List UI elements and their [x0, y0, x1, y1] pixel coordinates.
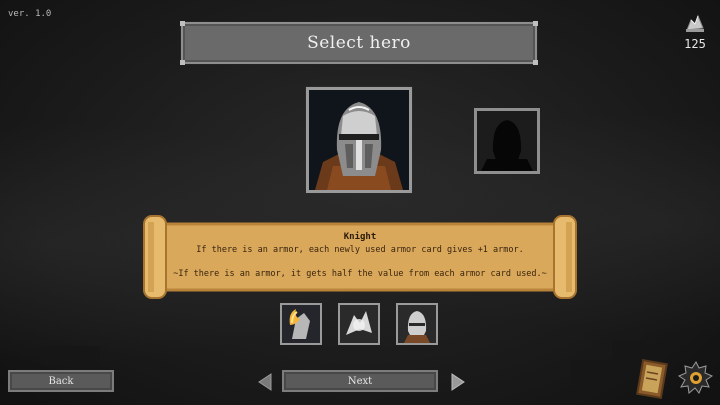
back-button[interactable]: Back	[8, 370, 114, 392]
page-title-text: Select hero	[307, 33, 411, 53]
starting-card-3[interactable]	[396, 303, 438, 345]
back-button-label: Back	[48, 375, 74, 387]
version-label: ver. 1.0	[8, 9, 52, 19]
page-title: Select hero	[180, 21, 538, 65]
starting-card-1[interactable]	[280, 303, 322, 345]
hero-passive: ~If there is an armor, it gets half the …	[173, 269, 547, 279]
book-icon[interactable]	[636, 358, 670, 400]
knight-helmet-card-icon	[398, 305, 436, 343]
hero-portrait-knight[interactable]	[306, 87, 412, 193]
hero-description-scroll: Knight If there is an armor, each newly …	[138, 212, 582, 302]
next-button[interactable]: Next	[282, 370, 438, 392]
locked-hero-silhouette	[477, 111, 537, 171]
title-corner-rivet	[533, 21, 538, 26]
hero-portrait-locked[interactable]	[474, 108, 540, 174]
starting-card-2[interactable]	[338, 303, 380, 345]
flaming-gauntlet-card-icon	[282, 305, 320, 343]
rubble-decoration	[40, 346, 100, 366]
currency-value: 125	[684, 37, 706, 51]
next-button-label: Next	[347, 375, 373, 387]
hero-description: If there is an armor, each newly used ar…	[196, 245, 524, 255]
hero-name: Knight	[343, 232, 377, 242]
knight-helmet-portrait	[309, 90, 409, 190]
arrow-left-icon[interactable]	[257, 372, 273, 392]
currency-display: 125	[678, 10, 712, 60]
title-corner-rivet	[533, 60, 538, 65]
silver-coins-icon	[686, 14, 704, 32]
gear-icon[interactable]	[676, 358, 716, 398]
arrow-right-icon[interactable]	[450, 372, 466, 392]
armor-burst-card-icon	[340, 305, 378, 343]
title-corner-rivet	[180, 60, 185, 65]
title-corner-rivet	[180, 21, 185, 26]
